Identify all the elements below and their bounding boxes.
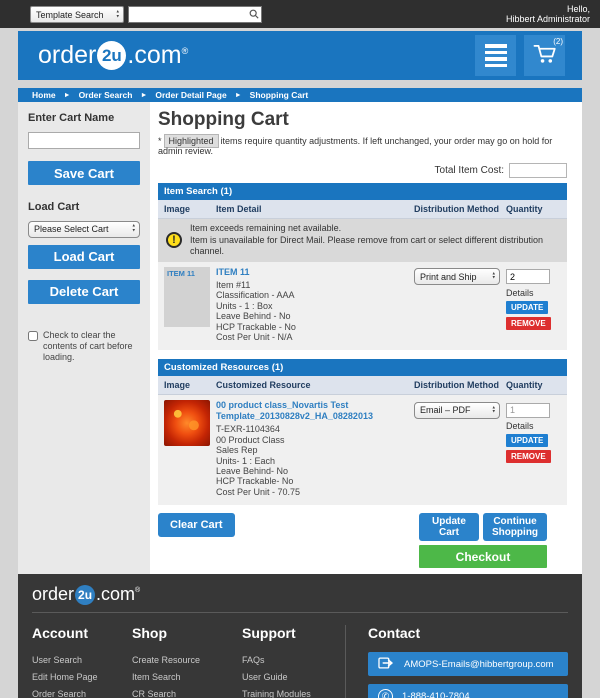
footer-column-title: Support (242, 625, 345, 641)
page-title: Shopping Cart (158, 109, 567, 131)
footer-link-user-search[interactable]: User Search (32, 652, 132, 669)
resource-distribution-select[interactable]: Email – PDF (414, 402, 500, 419)
email-export-icon (378, 656, 395, 673)
item-row: ITEM 11 ITEM 11 Item #11 Classification … (158, 262, 567, 351)
highlight-note: *Highlighteditems require quantity adjus… (158, 136, 567, 156)
resource-update-button[interactable]: UPDATE (506, 434, 548, 447)
item-warning-banner: Item exceeds remaining net available. It… (158, 219, 567, 262)
item-quantity-input[interactable] (506, 269, 550, 284)
footer-link-create-resource[interactable]: Create Resource (132, 652, 242, 669)
breadcrumb-order-search[interactable]: Order Search (79, 90, 133, 100)
item-title-link[interactable]: ITEM 11 (216, 267, 414, 278)
customized-resources-table-header: Image Customized Resource Distribution M… (158, 376, 567, 395)
cart-icon (532, 42, 558, 69)
footer-column-title: Account (32, 625, 132, 641)
item-distribution-select[interactable]: Print and Ship (414, 268, 500, 285)
resource-quantity-input[interactable] (506, 403, 550, 418)
footer-link-order-search[interactable]: Order Search (32, 686, 132, 698)
logo: order2u.com® (38, 41, 188, 70)
top-bar: Template Search Hello, Hibbert Administr… (0, 0, 600, 28)
load-cart-label: Load Cart (28, 201, 140, 213)
cart-name-label: Enter Cart Name (28, 112, 140, 124)
footer-link-faqs[interactable]: FAQs (242, 652, 345, 669)
resource-thumbnail[interactable] (164, 400, 210, 446)
load-cart-select[interactable]: Please Select Cart (28, 221, 140, 238)
footer: order2u.com® Account User Search Edit Ho… (18, 574, 582, 698)
item-search-table-header: Image Item Detail Distribution Method Qu… (158, 200, 567, 219)
logo-text: order (38, 41, 96, 70)
breadcrumb-home[interactable]: Home (32, 90, 56, 100)
update-cart-button[interactable]: UpdateCart (419, 513, 479, 541)
footer-vertical-divider (345, 625, 346, 698)
template-search-select[interactable]: Template Search (30, 6, 124, 23)
item-remove-button[interactable]: REMOVE (506, 317, 551, 330)
search-box (128, 6, 262, 23)
resource-remove-button[interactable]: REMOVE (506, 450, 551, 463)
resource-details-link[interactable]: Details (506, 421, 567, 431)
menu-button[interactable] (475, 35, 516, 76)
search-icon[interactable] (247, 9, 261, 19)
footer-link-cr-search[interactable]: CR Search (132, 686, 242, 698)
breadcrumb: Home ► Order Search ► Order Detail Page … (18, 88, 582, 102)
contact-email-button[interactable]: AMOPS-Emails@hibbertgroup.com (368, 652, 568, 676)
item-details-link[interactable]: Details (506, 288, 567, 298)
footer-column-title: Contact (368, 625, 568, 641)
breadcrumb-order-detail[interactable]: Order Detail Page (155, 90, 226, 100)
resource-title-link[interactable]: 00 product class_Novartis Test Template_… (216, 400, 414, 421)
clear-cart-checkbox-label: Check to clear the contents of cart befo… (43, 330, 140, 363)
item-update-button[interactable]: UPDATE (506, 301, 548, 314)
customized-resources-section-title: Customized Resources (1) (158, 359, 567, 376)
contact-phone-button[interactable]: ✆ 1-888-410-7804 (368, 684, 568, 698)
footer-column-contact: Contact AMOPS-Emails@hibbertgroup.com ✆ … (358, 625, 568, 698)
footer-link-edit-home-page[interactable]: Edit Home Page (32, 669, 132, 686)
clear-cart-button[interactable]: Clear Cart (158, 513, 235, 537)
search-input[interactable] (129, 9, 247, 19)
main-content: Shopping Cart *Highlighteditems require … (150, 102, 582, 574)
save-cart-button[interactable]: Save Cart (28, 161, 140, 185)
delete-cart-button[interactable]: Delete Cart (28, 280, 140, 304)
item-search-section-title: Item Search (1) (158, 183, 567, 200)
registered-mark: ® (182, 46, 189, 56)
footer-column-shop: Shop Create Resource Item Search CR Sear… (132, 625, 242, 698)
footer-link-training-modules[interactable]: Training Modules (242, 686, 345, 698)
item-search-section: Item Search (1) Image Item Detail Distri… (158, 183, 567, 350)
cart-count-badge: (2) (553, 37, 563, 46)
cart-sidebar: Enter Cart Name Save Cart Load Cart Plea… (18, 102, 150, 574)
user-greeting: Hello, Hibbert Administrator (506, 4, 592, 24)
customized-resource-row: 00 product class_Novartis Test Template_… (158, 395, 567, 505)
footer-column-support: Support FAQs User Guide Training Modules (242, 625, 345, 698)
item-thumbnail[interactable]: ITEM 11 (164, 267, 210, 327)
cart-button[interactable]: (2) (524, 35, 565, 76)
clear-cart-checkbox[interactable] (28, 331, 38, 341)
load-cart-button[interactable]: Load Cart (28, 245, 140, 269)
logo-circle: 2u (97, 41, 126, 70)
total-item-cost-input[interactable] (509, 163, 567, 178)
customized-resources-section: Customized Resources (1) Image Customize… (158, 359, 567, 505)
breadcrumb-shopping-cart: Shopping Cart (250, 90, 309, 100)
cart-name-input[interactable] (28, 132, 140, 149)
main-header: order2u.com® (2) (18, 31, 582, 80)
phone-icon: ✆ (378, 689, 393, 698)
warning-icon (166, 232, 182, 248)
footer-column-account: Account User Search Edit Home Page Order… (32, 625, 132, 698)
logo-text: .com (127, 41, 181, 70)
breadcrumb-separator-icon: ► (140, 92, 147, 99)
footer-logo: order2u.com® (32, 584, 568, 605)
checkout-button[interactable]: Checkout (419, 545, 547, 568)
continue-shopping-button[interactable]: ContinueShopping (483, 513, 547, 541)
footer-link-user-guide[interactable]: User Guide (242, 669, 345, 686)
breadcrumb-separator-icon: ► (235, 92, 242, 99)
footer-column-title: Shop (132, 625, 242, 641)
total-cost-label: Total Item Cost: (435, 165, 504, 176)
page: Template Search Hello, Hibbert Administr… (0, 0, 600, 698)
breadcrumb-separator-icon: ► (64, 92, 71, 99)
footer-link-item-search[interactable]: Item Search (132, 669, 242, 686)
hamburger-icon (485, 44, 507, 67)
